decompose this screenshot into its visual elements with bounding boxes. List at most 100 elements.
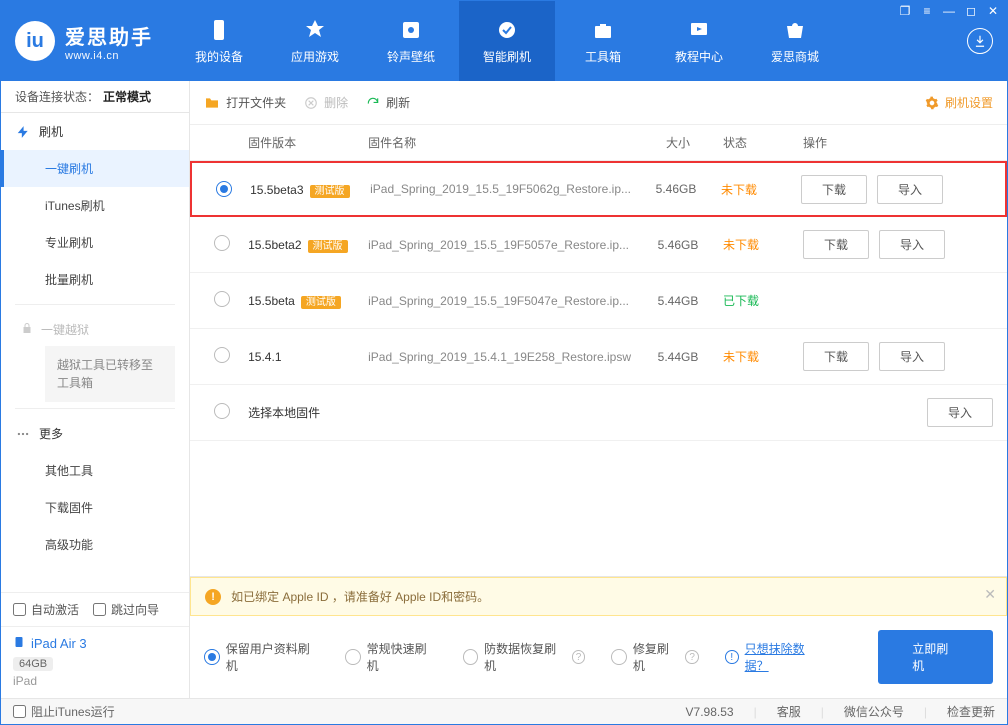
col-version: 固件版本 (248, 134, 368, 151)
firmware-row[interactable]: 15.5beta2测试版 iPad_Spring_2019_15.5_19F50… (190, 217, 1007, 273)
auto-activate-checkbox[interactable]: 自动激活 (13, 601, 79, 618)
flash-settings-button[interactable]: 刷机设置 (925, 94, 993, 111)
device-info[interactable]: iPad Air 3 64GB iPad (1, 626, 189, 698)
flash-icon (15, 124, 31, 140)
import-button[interactable]: 导入 (879, 230, 945, 259)
wc-max-icon[interactable]: ◻ (964, 4, 978, 18)
firmware-row[interactable]: 15.5beta3测试版 iPad_Spring_2019_15.5_19F50… (190, 161, 1007, 217)
sidebar-item[interactable]: 下载固件 (1, 489, 189, 526)
col-size: 大小 (633, 134, 723, 151)
radio[interactable] (204, 649, 220, 665)
radio[interactable] (611, 649, 627, 665)
radio[interactable] (345, 649, 361, 665)
firmware-name: iPad_Spring_2019_15.5_19F5057e_Restore.i… (368, 238, 633, 252)
download-button[interactable]: 下载 (803, 342, 869, 371)
sidebar: 设备连接状态： 正常模式 刷机 一键刷机iTunes刷机专业刷机批量刷机 一键越… (1, 81, 190, 698)
sidebar-item[interactable]: 高级功能 (1, 526, 189, 563)
erase-link[interactable]: 只想抹除数据？ (745, 640, 827, 674)
lock-icon (21, 322, 33, 337)
firmware-version: 15.4.1 (248, 350, 368, 364)
firmware-size: 5.46GB (633, 238, 723, 252)
firmware-row[interactable]: 15.5beta测试版 iPad_Spring_2019_15.5_19F504… (190, 273, 1007, 329)
flash-now-button[interactable]: 立即刷机 (878, 630, 993, 684)
refresh-button[interactable]: 刷新 (366, 94, 410, 111)
firmware-row[interactable]: 15.4.1 iPad_Spring_2019_15.4.1_19E258_Re… (190, 329, 1007, 385)
status-link-update[interactable]: 检查更新 (947, 703, 995, 720)
sidebar-group-flash[interactable]: 刷机 (1, 113, 189, 150)
sidebar-item[interactable]: 批量刷机 (1, 261, 189, 298)
connection-status: 设备连接状态： 正常模式 (1, 81, 189, 113)
firmware-size: 5.44GB (633, 294, 723, 308)
sidebar-item[interactable]: 一键刷机 (1, 150, 189, 187)
block-itunes-checkbox[interactable]: 阻止iTunes运行 (13, 703, 115, 720)
sidebar-group-label: 更多 (39, 425, 63, 442)
flash-option-repair[interactable]: 修复刷机? (611, 640, 699, 674)
flash-option-keepdata[interactable]: 保留用户资料刷机 (204, 640, 319, 674)
firmware-status: 未下载 (721, 181, 801, 198)
device-type: iPad (13, 674, 177, 688)
nav-ring[interactable]: 铃声壁纸 (363, 1, 459, 81)
local-firmware-row[interactable]: 选择本地固件 导入 (190, 385, 1007, 441)
radio[interactable] (214, 235, 230, 251)
col-name: 固件名称 (368, 134, 633, 151)
store-icon (783, 18, 807, 42)
nav-tools[interactable]: 工具箱 (555, 1, 651, 81)
radio[interactable] (214, 403, 230, 419)
help-icon[interactable]: ? (685, 650, 699, 664)
col-status: 状态 (723, 134, 803, 151)
flash-option-normal[interactable]: 常规快速刷机 (345, 640, 437, 674)
firmware-version: 15.5beta2测试版 (248, 237, 368, 252)
sidebar-group-more[interactable]: 更多 (1, 415, 189, 452)
wc-menu-icon[interactable]: ≡ (920, 4, 934, 18)
wc-close-icon[interactable]: ✕ (986, 4, 1000, 18)
device-icon (207, 18, 231, 42)
sidebar-item[interactable]: iTunes刷机 (1, 187, 189, 224)
import-button[interactable]: 导入 (879, 342, 945, 371)
import-button[interactable]: 导入 (877, 175, 943, 204)
sidebar-jailbreak-label: 一键越狱 (41, 321, 89, 338)
open-folder-button[interactable]: 打开文件夹 (204, 94, 286, 111)
device-icon (13, 635, 25, 652)
option-label: 防数据恢复刷机 (484, 640, 565, 674)
firmware-size: 5.44GB (633, 350, 723, 364)
wc-min-icon[interactable]: — (942, 4, 956, 18)
flash-icon (495, 18, 519, 42)
status-link-support[interactable]: 客服 (777, 703, 801, 720)
radio[interactable] (214, 291, 230, 307)
info-icon: ! (725, 650, 739, 664)
beta-tag: 测试版 (310, 185, 350, 198)
download-manager-icon[interactable] (967, 28, 993, 54)
wc-skin-icon[interactable]: ❐ (898, 4, 912, 18)
local-firmware-label: 选择本地固件 (248, 404, 803, 421)
device-storage: 64GB (13, 657, 53, 671)
nav-tutorial[interactable]: 教程中心 (651, 1, 747, 81)
firmware-status: 未下载 (723, 236, 803, 253)
nav-store[interactable]: 爱思商城 (747, 1, 843, 81)
delete-button[interactable]: 删除 (304, 94, 348, 111)
flash-option-antidata[interactable]: 防数据恢复刷机? (463, 640, 586, 674)
alert-close-icon[interactable]: ✕ (984, 586, 996, 603)
download-button[interactable]: 下载 (801, 175, 867, 204)
sidebar-item[interactable]: 专业刷机 (1, 224, 189, 261)
nav-label: 爱思商城 (771, 48, 819, 65)
logo-icon: iu (15, 21, 55, 61)
content: 打开文件夹 删除 刷新 刷机设置 固件版本 固件名称 大小 状态 操作 (190, 81, 1007, 698)
logo-area: iu 爱思助手 www.i4.cn (1, 1, 171, 81)
nav-label: 工具箱 (585, 48, 621, 65)
nav-label: 智能刷机 (483, 48, 531, 65)
radio[interactable] (214, 347, 230, 363)
download-button[interactable]: 下载 (803, 230, 869, 259)
radio[interactable] (463, 649, 479, 665)
skip-guide-checkbox[interactable]: 跳过向导 (93, 601, 159, 618)
tools-icon (591, 18, 615, 42)
status-link-wechat[interactable]: 微信公众号 (844, 703, 904, 720)
nav-device[interactable]: 我的设备 (171, 1, 267, 81)
erase-hint[interactable]: ! 只想抹除数据？ (725, 640, 826, 674)
help-icon[interactable]: ? (572, 650, 586, 664)
radio[interactable] (216, 181, 232, 197)
nav-apps[interactable]: 应用游戏 (267, 1, 363, 81)
import-button[interactable]: 导入 (927, 398, 993, 427)
nav-flash[interactable]: 智能刷机 (459, 1, 555, 81)
col-ops: 操作 (803, 134, 993, 151)
sidebar-item[interactable]: 其他工具 (1, 452, 189, 489)
